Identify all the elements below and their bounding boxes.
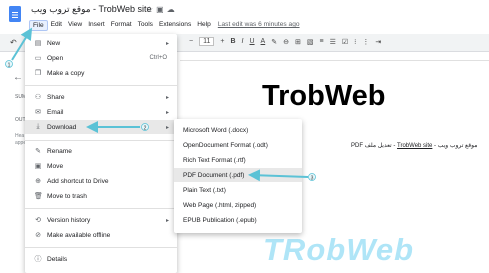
watermark-logo: TRobWeb [263, 232, 415, 267]
download-epub[interactable]: EPUB Publication (.epub) [174, 213, 302, 227]
menu-tools[interactable]: Tools [135, 20, 156, 31]
line-spacing-icon[interactable]: ☰ [330, 38, 336, 46]
chevron-right-icon: ▸ [165, 109, 169, 116]
indent-icon[interactable]: ⇥ [375, 38, 381, 46]
cloud-icon[interactable]: ☁ [167, 5, 178, 14]
doc-icon: ▤ [34, 40, 42, 47]
download-submenu: Microsoft Word (.docx) OpenDocument Form… [174, 119, 302, 233]
file-menu: ▤ New ▸ ▭ Open Ctrl+O ❐ Make a copy ⚇ Sh… [25, 34, 177, 273]
bullet-list-icon[interactable]: ⁝ [354, 38, 356, 46]
download-html[interactable]: Web Page (.html, zipped) [174, 198, 302, 212]
info-icon: ⓘ [34, 256, 42, 263]
image-icon[interactable]: ▧ [307, 38, 314, 46]
format-tools: − 11 + B I U A ✎ ⊖ ⊞ ▧ ≡ ☰ ☑ ⁝ ⋮ ⇥ [189, 37, 387, 46]
font-size-input[interactable]: 11 [199, 37, 215, 46]
menu-bar: File Edit View Insert Format Tools Exten… [29, 20, 300, 31]
file-menu-rename[interactable]: ✎ Rename [25, 144, 177, 158]
person-add-icon: ⚇ [34, 94, 42, 101]
download-odt[interactable]: OpenDocument Format (.odt) [174, 138, 302, 152]
checklist-icon[interactable]: ☑ [342, 38, 348, 46]
menu-divider [25, 208, 177, 209]
document-title[interactable]: موقع تروب ويب - TrobWeb site [31, 4, 152, 15]
chevron-right-icon: ▸ [165, 124, 169, 131]
menu-format[interactable]: Format [108, 20, 135, 31]
mail-icon: ✉ [35, 109, 41, 116]
chevron-right-icon: ▸ [165, 40, 169, 47]
offline-icon: ⊘ [35, 232, 41, 239]
file-menu-email[interactable]: ✉ Email ▸ [25, 105, 177, 119]
chevron-right-icon: ▸ [165, 94, 169, 101]
download-icon: ⤓ [36, 123, 40, 130]
menu-divider [25, 85, 177, 86]
copy-icon: ❐ [34, 70, 42, 77]
download-txt[interactable]: Plain Text (.txt) [174, 183, 302, 197]
document-body-line[interactable]: PDF تعديل ملف - TrobWeb site - موقع تروب… [351, 142, 477, 149]
bold-button[interactable]: B [230, 38, 235, 45]
line-end: - موقع تروب ويب [432, 143, 478, 149]
document-heading[interactable]: TrobWeb [262, 80, 386, 113]
menu-divider [25, 247, 177, 248]
folder-icon[interactable]: ▣ [156, 5, 167, 14]
file-menu-new[interactable]: ▤ New ▸ [25, 36, 177, 50]
folder-icon: ▭ [34, 55, 42, 62]
menu-edit[interactable]: Edit [48, 20, 65, 31]
text-color-button[interactable]: A [261, 38, 266, 45]
file-menu-share[interactable]: ⚇ Share ▸ [25, 90, 177, 104]
history-icon: ⟲ [35, 217, 41, 224]
download-rtf[interactable]: Rich Text Format (.rtf) [174, 153, 302, 167]
align-icon[interactable]: ≡ [319, 38, 323, 45]
outline-panel: ← SUM OUTL Hea appe [0, 52, 28, 273]
star-icon[interactable]: ☆ [146, 5, 156, 14]
file-menu-version-history[interactable]: ⟲ Version history ▸ [25, 213, 177, 227]
last-edit-link[interactable]: Last edit was 6 minutes ago [218, 20, 300, 31]
underline-button[interactable]: U [249, 38, 254, 45]
back-arrow-icon[interactable]: ← [13, 72, 23, 83]
menu-file[interactable]: File [29, 20, 48, 31]
highlight-icon[interactable]: ✎ [271, 38, 277, 46]
comment-icon[interactable]: ⊞ [295, 38, 301, 46]
menu-divider [25, 140, 177, 141]
ruler[interactable] [180, 53, 489, 61]
file-menu-make-copy[interactable]: ❐ Make a copy [25, 66, 177, 80]
file-menu-trash[interactable]: 🗑 Move to trash [25, 189, 177, 203]
undo-icon[interactable]: ↶ [10, 38, 17, 47]
trash-icon: 🗑 [34, 193, 43, 200]
title-actions: ☆▣☁ [146, 5, 178, 14]
file-menu-open[interactable]: ▭ Open Ctrl+O [25, 51, 177, 65]
font-size-increase-button[interactable]: + [220, 38, 224, 45]
menu-insert[interactable]: Insert [85, 20, 108, 31]
drive-shortcut-icon: ⊕ [35, 178, 41, 185]
link-icon[interactable]: ⊖ [283, 38, 289, 46]
file-menu-download[interactable]: ⤓ Download ▸ [25, 120, 177, 134]
title-bar: موقع تروب ويب - TrobWeb site ☆▣☁ File Ed… [0, 0, 489, 34]
line-pdf: PDF [351, 143, 363, 149]
menu-extensions[interactable]: Extensions [156, 20, 194, 31]
move-folder-icon: ▣ [34, 163, 42, 170]
line-middle: تعديل ملف - [363, 143, 398, 149]
google-docs-icon[interactable] [9, 6, 21, 22]
italic-button[interactable]: I [242, 38, 244, 45]
font-size-decrease-button[interactable]: − [189, 38, 193, 45]
menu-view[interactable]: View [65, 20, 85, 31]
file-menu-move[interactable]: ▣ Move [25, 159, 177, 173]
chevron-right-icon: ▸ [165, 217, 169, 224]
file-menu-details[interactable]: ⓘ Details [25, 252, 177, 266]
numbered-list-icon[interactable]: ⋮ [362, 38, 369, 46]
download-docx[interactable]: Microsoft Word (.docx) [174, 123, 302, 137]
pencil-icon: ✎ [35, 148, 41, 155]
line-link[interactable]: TrobWeb site [397, 143, 432, 149]
download-pdf[interactable]: PDF Document (.pdf) [174, 168, 302, 182]
file-menu-offline[interactable]: ⊘ Make available offline [25, 228, 177, 242]
menu-help[interactable]: Help [194, 20, 214, 31]
file-menu-add-shortcut[interactable]: ⊕ Add shortcut to Drive [25, 174, 177, 188]
